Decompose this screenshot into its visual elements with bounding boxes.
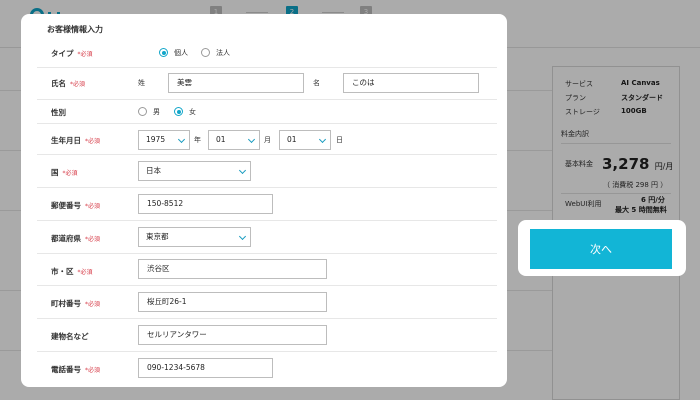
gender-row: 性別 男 女	[37, 99, 497, 123]
type-individual-label: 個人	[174, 49, 188, 57]
building-label: 建物名など	[51, 332, 89, 341]
name-label: 氏名 *必須	[51, 79, 86, 88]
prefecture-select[interactable]: 東京都	[138, 227, 251, 247]
birth-year-select[interactable]: 1975	[138, 130, 190, 150]
gender-label: 性別	[51, 108, 66, 117]
type-corporate-radio[interactable]	[201, 48, 210, 57]
chevron-down-icon	[238, 232, 247, 241]
town-label: 町村番号 *必須	[51, 299, 101, 308]
postal-code-input[interactable]: 150-8512	[138, 194, 273, 214]
prefecture-row: 都道府県 *必須 東京都	[37, 220, 497, 253]
last-name-input[interactable]: 美雲	[168, 73, 304, 93]
type-corporate-label: 法人	[216, 49, 230, 57]
month-unit: 月	[264, 136, 271, 144]
customer-info-modal: お客様情報入力 タイプ *必須 個人 法人 氏名 *必須 姓 美雲 名 このは 性別…	[21, 14, 507, 387]
postal-label: 郵便番号 *必須	[51, 201, 101, 210]
first-name-caption: 名	[313, 79, 320, 87]
chevron-down-icon	[318, 135, 327, 144]
gender-female-label: 女	[189, 108, 196, 116]
building-row: 建物名など セルリアンタワー	[37, 318, 497, 351]
country-label: 国 *必須	[51, 168, 78, 177]
gender-male-label: 男	[153, 108, 160, 116]
chevron-down-icon	[247, 135, 256, 144]
modal-title: お客様情報入力	[47, 25, 103, 34]
birth-day-select[interactable]: 01	[279, 130, 331, 150]
birthdate-row: 生年月日 *必須 1975 年 01 月 01 日	[37, 123, 497, 154]
gender-male-radio[interactable]	[138, 107, 147, 116]
city-input[interactable]: 渋谷区	[138, 259, 327, 279]
country-row: 国 *必須 日本	[37, 154, 497, 187]
chevron-down-icon	[238, 166, 247, 175]
building-input[interactable]: セルリアンタワー	[138, 325, 327, 345]
type-row: タイプ *必須 個人 法人	[37, 42, 497, 67]
birthdate-label: 生年月日 *必須	[51, 136, 101, 145]
chevron-down-icon	[177, 135, 186, 144]
phone-label: 電話番号 *必須	[51, 365, 101, 374]
gender-female-radio[interactable]	[174, 107, 183, 116]
next-button-highlight: 次へ	[518, 220, 686, 276]
town-row: 町村番号 *必須 桜丘町26-1	[37, 285, 497, 318]
birth-month-select[interactable]: 01	[208, 130, 260, 150]
prefecture-label: 都道府県 *必須	[51, 234, 101, 243]
city-label: 市・区 *必須	[51, 267, 93, 276]
year-unit: 年	[194, 136, 201, 144]
last-name-caption: 姓	[138, 79, 145, 87]
postal-row: 郵便番号 *必須 150-8512	[37, 187, 497, 220]
town-input[interactable]: 桜丘町26-1	[138, 292, 327, 312]
next-button[interactable]: 次へ	[530, 229, 672, 269]
phone-row: 電話番号 *必須 090-1234-5678	[37, 351, 497, 387]
type-individual-radio[interactable]	[159, 48, 168, 57]
day-unit: 日	[336, 136, 343, 144]
phone-input[interactable]: 090-1234-5678	[138, 358, 273, 378]
country-select[interactable]: 日本	[138, 161, 251, 181]
type-label: タイプ *必須	[51, 49, 93, 58]
city-row: 市・区 *必須 渋谷区	[37, 253, 497, 285]
first-name-input[interactable]: このは	[343, 73, 479, 93]
name-row: 氏名 *必須 姓 美雲 名 このは	[37, 67, 497, 99]
